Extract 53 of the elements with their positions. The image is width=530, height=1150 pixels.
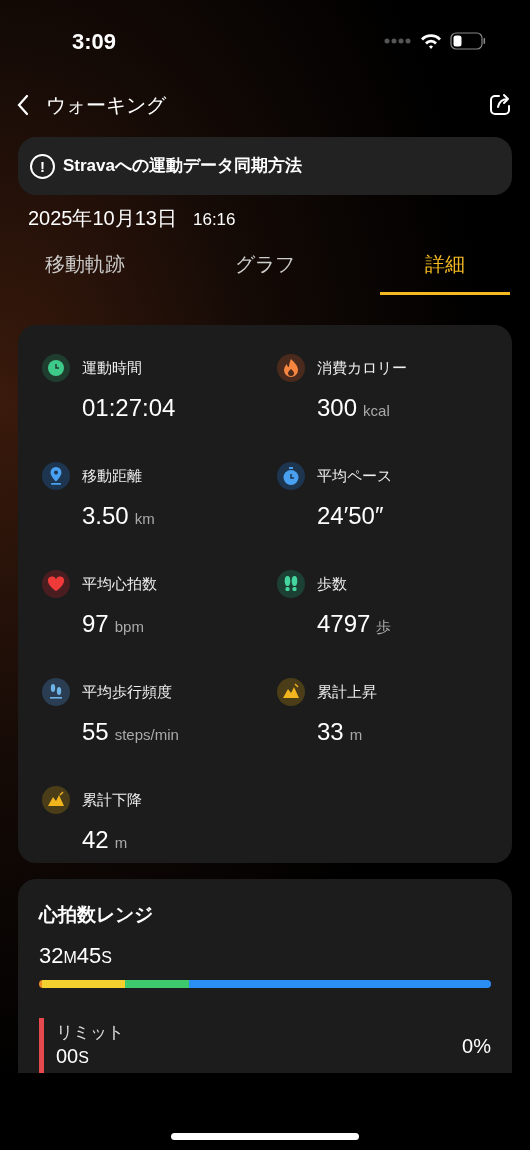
card-title: 心拍数レンジ xyxy=(39,903,154,927)
battery-icon xyxy=(450,32,486,50)
workout-time: 16:16 xyxy=(193,209,236,231)
stat-label: 運動時間 xyxy=(82,357,142,378)
mountain-icon xyxy=(277,678,305,706)
stat-label: 累計上昇 xyxy=(317,681,377,702)
status-time: 3:09 xyxy=(72,27,117,56)
back-icon xyxy=(16,94,30,116)
stopwatch-icon xyxy=(277,462,305,490)
zone-duration: 00S xyxy=(56,1043,90,1069)
location-pin-icon xyxy=(42,462,70,490)
stat-label: 歩数 xyxy=(317,573,347,594)
stat-unit: kcal xyxy=(363,403,390,418)
flame-icon xyxy=(277,354,305,382)
stat-value: 97 xyxy=(82,612,109,636)
stat-unit: bpm xyxy=(114,619,144,634)
total-duration: 32M45S xyxy=(39,941,113,970)
mountain-icon xyxy=(42,786,70,814)
stat-unit: steps/min xyxy=(114,727,179,742)
tab[interactable]: グラフ xyxy=(200,247,330,295)
wifi-icon xyxy=(420,33,442,49)
zone-name: リミット xyxy=(56,1022,124,1044)
stat-value: 24′50″ xyxy=(317,504,384,528)
stat-label: 累計下降 xyxy=(82,789,142,810)
stat-unit: m xyxy=(114,835,128,850)
zone-percent: 0% xyxy=(462,1033,491,1059)
shoe-prints-icon xyxy=(42,678,70,706)
clock-icon xyxy=(42,354,70,382)
stat-value: 55 xyxy=(82,720,109,744)
stat-label: 移動距離 xyxy=(82,465,142,486)
share-icon xyxy=(488,93,512,117)
stat-value: 01:27:04 xyxy=(82,396,176,420)
footprints-icon xyxy=(277,570,305,598)
tab[interactable]: 詳細 xyxy=(380,247,510,295)
signal-icon xyxy=(384,38,412,44)
stat-unit: 歩 xyxy=(376,619,392,634)
stat-value: 300 xyxy=(317,396,358,420)
stat-label: 消費カロリー xyxy=(317,357,407,378)
alert-icon: ! xyxy=(30,153,55,179)
stat-label: 平均心拍数 xyxy=(82,573,157,594)
stat-value: 3.50 xyxy=(82,504,129,528)
stat-label: 平均歩行頻度 xyxy=(82,681,172,702)
sync-notice[interactable]: ! Stravaへの運動データ同期方法 xyxy=(18,137,512,195)
workout-date: 2025年10月13日 xyxy=(28,206,177,231)
stat-label: 平均ペース xyxy=(317,465,392,486)
tab[interactable]: 移動軌跡 xyxy=(20,247,150,295)
stat-value: 42 xyxy=(82,828,109,852)
stat-unit: m xyxy=(349,727,363,742)
stat-value: 33 xyxy=(317,720,344,744)
notice-text: Stravaへの運動データ同期方法 xyxy=(63,155,302,178)
page-title: ウォーキング xyxy=(46,93,166,118)
stat-value: 4797 xyxy=(317,612,371,636)
stat-unit: km xyxy=(134,511,155,526)
